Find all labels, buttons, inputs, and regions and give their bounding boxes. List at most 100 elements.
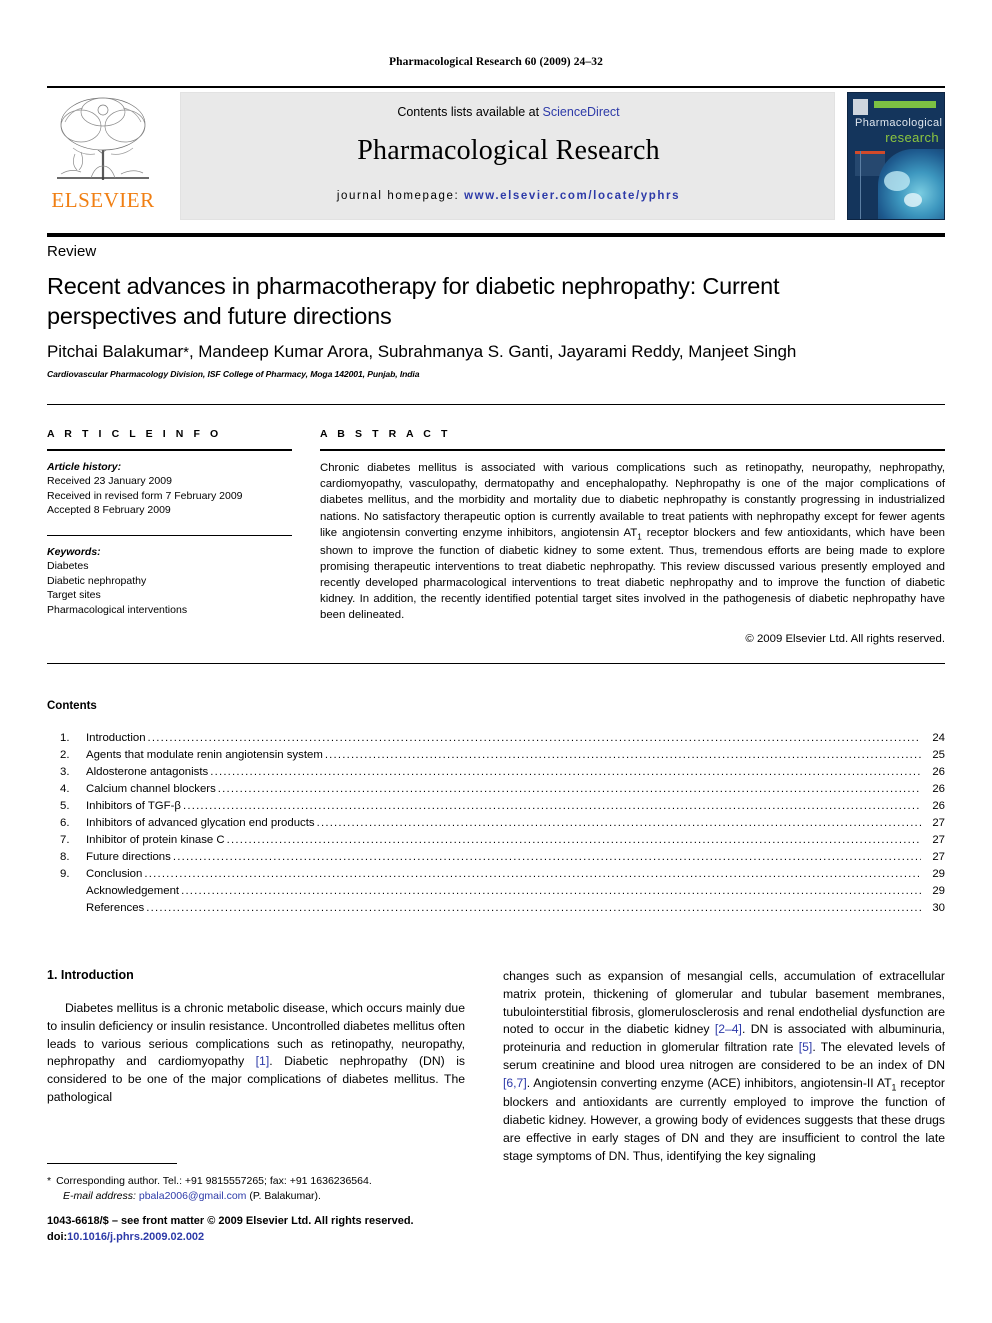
author-affiliation: Cardiovascular Pharmacology Division, IS… [47, 369, 420, 379]
toc-number: 8. [60, 851, 70, 863]
author-list-rest: , Mandeep Kumar Arora, Subrahmanya S. Ga… [188, 342, 797, 361]
list-item[interactable]: 6. Inhibitors of advanced glycation end … [60, 817, 945, 834]
toc-page-number: 26 [932, 766, 945, 778]
toc-page-number: 27 [932, 834, 945, 846]
toc-page-number: 26 [932, 783, 945, 795]
toc-number: 2. [60, 749, 70, 761]
citation-ref-1[interactable]: [1] [256, 1054, 270, 1068]
list-item[interactable]: 5. Inhibitors of TGF-β .................… [60, 800, 945, 817]
list-item[interactable]: 4. Calcium channel blockers ............… [60, 783, 945, 800]
imprint-block: 1043-6618/$ – see front matter © 2009 El… [47, 1214, 477, 1246]
doi-label: doi: [47, 1230, 68, 1243]
abstract-text: Chronic diabetes mellitus is associated … [320, 460, 945, 624]
journal-band: Contents lists available at ScienceDirec… [180, 92, 835, 220]
list-item[interactable]: 9. Conclusion ..........................… [60, 868, 945, 885]
toc-label[interactable]: Future directions [86, 851, 171, 863]
email-link[interactable]: pbala2006@gmail.com [139, 1190, 247, 1202]
citation-ref-2-4[interactable]: [2–4] [715, 1022, 742, 1036]
table-of-contents: 1. Introduction ........................… [60, 732, 945, 919]
toc-number: 4. [60, 783, 70, 795]
toc-label[interactable]: Inhibitors of advanced glycation end pro… [86, 817, 315, 829]
running-head: Pharmacological Research 60 (2009) 24–32 [389, 56, 603, 68]
section-heading-introduction: 1. Introduction [47, 968, 134, 982]
list-item[interactable]: 3. Aldosterone antagonists .............… [60, 766, 945, 783]
citation-ref-5[interactable]: [5] [799, 1040, 813, 1054]
toc-label[interactable]: Inhibitors of TGF-β [86, 800, 181, 812]
toc-leader-dots: ........................................… [324, 749, 921, 761]
article-history-revised: Received in revised form 7 February 2009 [47, 489, 243, 502]
intro-paragraph-left: Diabetes mellitus is a chronic metabolic… [47, 1000, 465, 1107]
toc-page-number: 25 [932, 749, 945, 761]
toc-label[interactable]: Conclusion [86, 868, 142, 880]
list-item[interactable]: References .............................… [60, 902, 945, 919]
footnote-corresponding-author: * Corresponding author. Tel.: +91 9815557… [47, 1174, 477, 1204]
toc-leader-dots: ........................................… [147, 732, 921, 744]
intro-paragraph-right: changes such as expansion of mesangial c… [503, 968, 945, 1165]
toc-leader-dots: ........................................… [210, 766, 921, 778]
email-owner: (P. Balakumar). [249, 1189, 321, 1202]
keywords-rule [47, 534, 292, 536]
list-item[interactable]: 8. Future directions ...................… [60, 851, 945, 868]
cover-title-line1: Pharmacological [855, 117, 943, 129]
abstract-column: A B S T R A C T Chronic diabetes mellitu… [320, 428, 945, 645]
journal-homepage-label: journal homepage: [336, 190, 465, 202]
body-column-right: changes such as expansion of mesangial c… [503, 968, 945, 1165]
sciencedirect-link[interactable]: ScienceDirect [543, 105, 620, 119]
author-corresponding: Pitchai Balakumar [47, 342, 184, 361]
body-column-left: 1. Introduction Diabetes mellitus is a c… [47, 968, 465, 1107]
citation-ref-6-7[interactable]: [6,7] [503, 1076, 527, 1090]
footnote-corresponding-text: Corresponding author. Tel.: +91 98155572… [56, 1175, 372, 1187]
toc-label[interactable]: Introduction [86, 732, 146, 744]
toc-label[interactable]: Aldosterone antagonists [86, 766, 208, 778]
journal-homepage-line: journal homepage: www.elsevier.com/locat… [181, 190, 836, 202]
toc-page-number: 30 [932, 902, 945, 914]
list-item[interactable]: 1. Introduction ........................… [60, 732, 945, 749]
journal-homepage-url[interactable]: www.elsevier.com/locate/yphrs [464, 190, 680, 202]
article-history: Article history: Received 23 January 200… [47, 460, 292, 518]
keywords-label: Keywords: [47, 545, 101, 558]
toc-leader-dots: ........................................… [181, 885, 921, 897]
masthead-bottom-rule [47, 233, 945, 237]
abstract-text-part2: receptor blockers and few antioxidants, … [320, 526, 945, 622]
keywords-block: Keywords: Diabetes Diabetic nephropathy … [47, 545, 292, 617]
article-history-accepted: Accepted 8 February 2009 [47, 504, 171, 517]
toc-label[interactable]: Acknowledgement [86, 885, 179, 897]
abstract-copyright: © 2009 Elsevier Ltd. All rights reserved… [745, 632, 945, 645]
toc-page-number: 29 [932, 868, 945, 880]
toc-leader-dots: ........................................… [217, 783, 921, 795]
toc-label[interactable]: References [86, 902, 144, 914]
abstract-rule [320, 449, 945, 451]
contents-available-line: Contents lists available at ScienceDirec… [181, 105, 836, 119]
toc-label[interactable]: Inhibitor of protein kinase C [86, 834, 225, 846]
contents-available-prefix: Contents lists available at [397, 105, 543, 119]
keyword-item: Target sites [47, 589, 101, 602]
toc-number: 3. [60, 766, 70, 778]
toc-leader-dots: ........................................… [172, 851, 921, 863]
journal-masthead: ELSEVIER Contents lists available at Sci… [47, 86, 945, 220]
elsevier-wordmark: ELSEVIER [51, 188, 155, 212]
footnote-marker: * [47, 1175, 52, 1187]
toc-label[interactable]: Calcium channel blockers [86, 783, 216, 795]
list-item[interactable]: Acknowledgement ........................… [60, 885, 945, 902]
toc-page-number: 27 [932, 817, 945, 829]
toc-number: 9. [60, 868, 70, 880]
list-item[interactable]: 2. Agents that modulate renin angiotensi… [60, 749, 945, 766]
page-title: Recent advances in pharmacotherapy for d… [47, 273, 780, 329]
toc-label[interactable]: Agents that modulate renin angiotensin s… [86, 749, 323, 761]
article-info-column: A R T I C L E I N F O Article history: R… [47, 428, 292, 617]
article-info-heading: A R T I C L E I N F O [47, 428, 222, 440]
footnote-rule [47, 1163, 177, 1164]
cover-title-line2: research [885, 130, 939, 145]
cover-emblem-icon [853, 99, 868, 115]
cover-artwork-cell-1 [884, 171, 910, 191]
toc-leader-dots: ........................................… [316, 817, 921, 829]
toc-number: 7. [60, 834, 70, 846]
article-type: Review [47, 243, 97, 260]
toc-number: 1. [60, 732, 70, 744]
list-item[interactable]: 7. Inhibitor of protein kinase C .......… [60, 834, 945, 851]
elsevier-tree-icon [51, 92, 155, 188]
info-top-rule [47, 404, 945, 405]
abstract-heading: A B S T R A C T [320, 428, 451, 440]
doi-link[interactable]: 10.1016/j.phrs.2009.02.002 [67, 1231, 204, 1243]
contents-heading: Contents [47, 700, 97, 712]
